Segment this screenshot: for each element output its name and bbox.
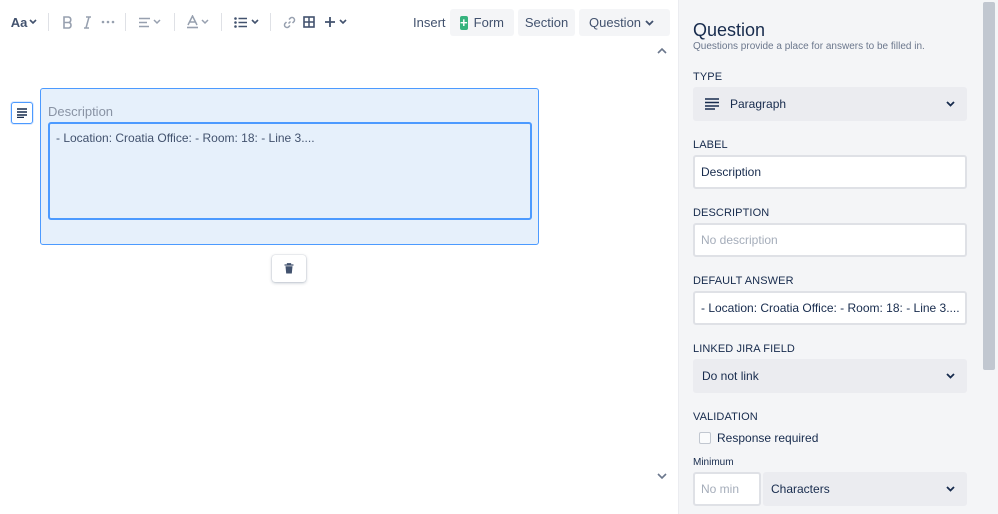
- insert-more-dropdown[interactable]: [321, 8, 349, 36]
- panel-subtitle: Questions provide a place for answers to…: [693, 41, 925, 52]
- chevron-down-icon: [338, 19, 347, 25]
- section-button-label: Section: [524, 15, 569, 30]
- default-answer-input[interactable]: - Location: Croatia Office: - Room: 18: …: [693, 291, 967, 325]
- question-label: Description: [48, 104, 114, 119]
- default-answer-label: DEFAULT ANSWER: [693, 275, 794, 287]
- label-field-label: LABEL: [693, 139, 728, 151]
- alignment-dropdown[interactable]: [136, 8, 162, 36]
- form-button-label: Form: [473, 15, 504, 30]
- table-icon[interactable]: [302, 8, 316, 36]
- insert-section-button[interactable]: Section: [518, 9, 575, 36]
- text-style-dropdown[interactable]: Aa: [10, 8, 38, 36]
- chevron-down-icon: [250, 19, 259, 25]
- editor-scroll-down-arrow[interactable]: [656, 472, 668, 484]
- type-label: TYPE: [693, 71, 723, 83]
- list-dropdown[interactable]: [232, 8, 260, 36]
- editor-toolbar: Aa Insert + Form Section Question: [0, 0, 678, 46]
- more-formatting-icon[interactable]: [100, 8, 116, 36]
- length-unit-select[interactable]: Characters: [763, 472, 967, 506]
- insert-question-dropdown[interactable]: Question: [579, 9, 670, 36]
- response-required-checkbox[interactable]: [699, 432, 711, 444]
- chevron-down-icon: [200, 19, 209, 25]
- response-required-label: Response required: [717, 431, 819, 445]
- validation-label: VALIDATION: [693, 411, 758, 423]
- chevron-down-icon: [152, 19, 161, 25]
- type-select[interactable]: Paragraph: [693, 87, 967, 121]
- chevron-down-icon: [946, 373, 955, 379]
- delete-question-button[interactable]: [272, 255, 306, 282]
- text-color-icon: [186, 15, 198, 29]
- description-input[interactable]: No description: [693, 223, 967, 257]
- text-style-label: Aa: [10, 14, 28, 30]
- chevron-down-icon: [946, 101, 955, 107]
- bold-icon[interactable]: [60, 8, 74, 36]
- linked-jira-field-label: LINKED JIRA FIELD: [693, 343, 795, 355]
- panel-scrollbar[interactable]: [980, 0, 998, 514]
- label-input[interactable]: Description: [693, 155, 967, 189]
- description-field-label: DESCRIPTION: [693, 207, 770, 219]
- chevron-down-icon: [29, 19, 37, 25]
- chevron-down-icon: [946, 486, 955, 492]
- italic-icon[interactable]: [81, 8, 93, 36]
- align-left-icon: [138, 17, 150, 27]
- form-editor: Aa Insert + Form Section Question Descri…: [0, 0, 678, 514]
- linked-jira-field-value: Do not link: [702, 369, 759, 383]
- text-color-dropdown[interactable]: [184, 8, 210, 36]
- question-block[interactable]: Description - Location: Croatia Office: …: [40, 88, 539, 245]
- insert-form-button[interactable]: + Form: [450, 9, 514, 36]
- insert-label: Insert: [413, 15, 446, 30]
- minimum-label: Minimum: [693, 457, 734, 468]
- chevron-down-icon: [645, 20, 654, 26]
- minimum-input[interactable]: No min: [693, 472, 761, 506]
- linked-jira-field-select[interactable]: Do not link: [693, 359, 967, 393]
- panel-scrollbar-thumb[interactable]: [983, 2, 995, 370]
- link-icon[interactable]: [281, 8, 297, 36]
- type-select-value: Paragraph: [730, 97, 787, 111]
- trash-icon: [284, 263, 294, 274]
- bullet-list-icon: [233, 16, 247, 28]
- editor-scroll-up-arrow[interactable]: [656, 46, 668, 58]
- length-unit-value: Characters: [771, 482, 830, 496]
- question-properties-panel: Question Questions provide a place for a…: [678, 0, 998, 514]
- paragraph-question-handle[interactable]: [11, 102, 33, 124]
- panel-title: Question: [693, 20, 766, 40]
- paragraph-icon: [17, 108, 27, 118]
- paragraph-icon: [705, 98, 719, 110]
- plus-icon: [324, 17, 335, 27]
- question-button-label: Question: [589, 15, 642, 30]
- question-answer-textarea[interactable]: - Location: Croatia Office: - Room: 18: …: [48, 122, 532, 220]
- form-plus-icon: +: [460, 14, 468, 30]
